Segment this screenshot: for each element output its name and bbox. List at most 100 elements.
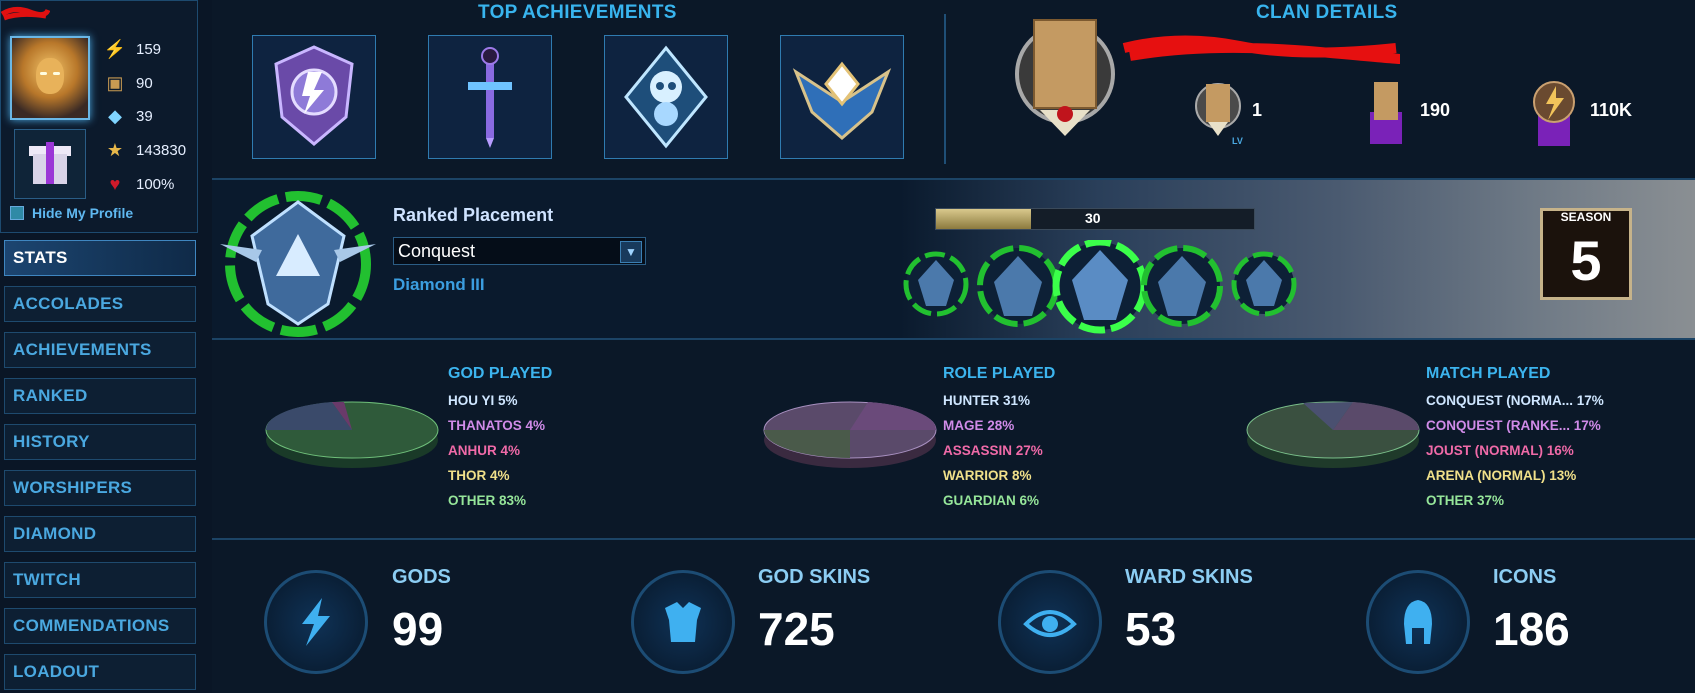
nav-label: RANKED: [13, 386, 88, 405]
pie-entry: CONQUEST (RANKE... 17%: [1426, 418, 1601, 433]
section-divider: [212, 338, 1695, 340]
nav-diamond[interactable]: DIAMOND: [4, 516, 196, 552]
stat-health: ♥ 100%: [104, 173, 175, 195]
nav-stats[interactable]: STATS: [4, 240, 196, 276]
clan-level-value: 1: [1252, 100, 1263, 120]
achievement-badge[interactable]: [252, 35, 376, 159]
stat-points: ★ 143830: [104, 139, 186, 161]
god-skins-counter-icon: [631, 570, 735, 674]
eye-ward-icon: [1023, 610, 1077, 637]
stat-value: 159: [136, 40, 162, 58]
pie-entry: ARENA (NORMAL) 13%: [1426, 468, 1577, 483]
pie-entry: THANATOS 4%: [448, 418, 546, 433]
ranked-mode-value: Conquest: [398, 240, 476, 261]
nav-label: COMMENDATIONS: [13, 616, 170, 635]
pie-entry: WARRIOR 8%: [943, 468, 1032, 483]
achievement-badge[interactable]: [780, 35, 904, 159]
stat-value: 90: [136, 74, 153, 92]
pie-entry: JOUST (NORMAL) 16%: [1426, 443, 1574, 458]
chevron-down-icon[interactable]: ▼: [620, 241, 642, 263]
rank-tier-emblems: [903, 240, 1297, 334]
purple-shield-badge-icon: [274, 45, 354, 146]
god-played-title: GOD PLAYED: [448, 365, 553, 382]
winged-diamond-badge-icon: [792, 61, 892, 140]
section-divider: [944, 14, 946, 164]
ranked-tier: Diamond III: [393, 275, 485, 294]
nav-label: LOADOUT: [13, 662, 100, 681]
ranked-placement-label: Ranked Placement: [393, 205, 554, 225]
nav-achievements[interactable]: ACHIEVEMENTS: [4, 332, 196, 368]
nav-label: TWITCH: [13, 570, 81, 589]
redaction-scribble: [1122, 35, 1400, 64]
gem-icon: ◆: [108, 105, 122, 126]
clan-scroll-emblem-icon: [1015, 19, 1115, 136]
crystal-skull-badge-icon: [624, 45, 708, 149]
pie-entry: MAGE 28%: [943, 418, 1015, 433]
pie-entry: THOR 4%: [448, 468, 510, 483]
stat-level: ⚡ 159: [104, 38, 161, 60]
hide-profile-toggle[interactable]: Hide My Profile: [10, 205, 133, 221]
ward-skins-counter-icon: [998, 570, 1102, 674]
clan-details-title: CLAN DETAILS: [1256, 2, 1398, 23]
gods-value: 99: [392, 603, 444, 655]
rank-progress-label: 30: [1085, 210, 1101, 226]
nav-label: DIAMOND: [13, 524, 97, 543]
nav-loadout[interactable]: LOADOUT: [4, 654, 196, 690]
checkbox[interactable]: [10, 206, 24, 220]
avatar[interactable]: [10, 36, 90, 120]
role-played-title: ROLE PLAYED: [943, 365, 1056, 382]
nav-accolades[interactable]: ACCOLADES: [4, 286, 196, 322]
stat-chests: ▣ 90: [104, 72, 153, 94]
nav-label: STATS: [13, 248, 68, 267]
tier-emblem-icon: [977, 245, 1059, 327]
nav-label: ACHIEVEMENTS: [13, 340, 152, 359]
stat-gems: ◆ 39: [104, 105, 153, 127]
nav-twitch[interactable]: TWITCH: [4, 562, 196, 598]
hide-profile-label: Hide My Profile: [32, 205, 134, 221]
nav-commendations[interactable]: COMMENDATIONS: [4, 608, 196, 644]
nav-history[interactable]: HISTORY: [4, 424, 196, 460]
god-played-pie: [265, 401, 439, 468]
nav-label: ACCOLADES: [13, 294, 124, 313]
redaction-scribble: [0, 6, 50, 21]
level-bolt-icon: ⚡: [103, 38, 127, 59]
gods-counter-icon: [264, 570, 368, 674]
clan-members-icon: [1370, 82, 1402, 144]
achievement-badge[interactable]: [428, 35, 552, 159]
clan-power-value: 110K: [1590, 100, 1633, 120]
pie-entry: ANHUR 4%: [448, 443, 521, 458]
stat-value: 100%: [136, 175, 175, 193]
nav-worshipers[interactable]: WORSHIPERS: [4, 470, 196, 506]
nav-label: HISTORY: [13, 432, 90, 451]
nav-label: WORSHIPERS: [13, 478, 133, 497]
heart-icon: ♥: [109, 173, 121, 194]
pie-entry: GUARDIAN 6%: [943, 493, 1040, 508]
sword-badge-icon: [468, 47, 512, 148]
season-label: SEASON: [1560, 210, 1612, 224]
clan-members-value: 190: [1420, 100, 1451, 120]
section-divider: [212, 538, 1695, 540]
clan-power-icon: [1533, 81, 1575, 146]
tier-emblem-icon: [903, 251, 969, 317]
role-played-pie: [763, 401, 937, 468]
match-played-title: MATCH PLAYED: [1426, 365, 1551, 382]
pie-entry: CONQUEST (NORMA... 17%: [1426, 393, 1604, 408]
clan-level-tag: LV: [1232, 136, 1243, 146]
gift-icon[interactable]: [14, 129, 86, 199]
tier-emblem-icon: [1141, 245, 1223, 327]
season-number: 5: [1570, 229, 1602, 292]
stat-value: 143830: [136, 141, 187, 159]
top-achievements-title: TOP ACHIEVEMENTS: [478, 2, 677, 23]
diamond-rank-emblem-icon: [220, 191, 376, 337]
star-icon: ★: [106, 139, 124, 160]
pie-entry: ASSASSIN 27%: [943, 443, 1043, 458]
match-played-pie: [1246, 401, 1420, 468]
nav-ranked[interactable]: RANKED: [4, 378, 196, 414]
pie-entry: OTHER 83%: [448, 493, 527, 508]
stat-value: 39: [136, 107, 153, 125]
gods-label: GODS: [392, 566, 451, 588]
pie-entry: HOU YI 5%: [448, 393, 518, 408]
ranked-mode-select[interactable]: Conquest ▼: [393, 237, 646, 265]
chest-icon: ▣: [106, 72, 124, 93]
achievement-badge[interactable]: [604, 35, 728, 159]
